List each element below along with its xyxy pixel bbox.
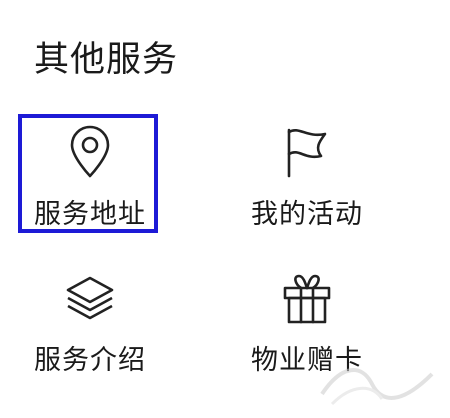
- service-address-button[interactable]: 服务地址: [18, 116, 162, 237]
- my-activities-label: 我的活动: [251, 199, 363, 230]
- flag-icon: [281, 124, 333, 180]
- section-title: 其他服务: [34, 40, 179, 80]
- location-pin-icon: [64, 124, 116, 180]
- service-intro-button[interactable]: 服务介绍: [18, 262, 162, 382]
- service-address-label: 服务地址: [34, 199, 146, 230]
- gift-icon: [281, 270, 333, 326]
- other-services-panel: 其他服务 服务地址 我的活动 服务介绍 物业赠卡: [0, 0, 450, 418]
- my-activities-button[interactable]: 我的活动: [232, 116, 382, 236]
- service-intro-label: 服务介绍: [34, 345, 146, 376]
- watermark-icon: [320, 368, 434, 406]
- layers-icon: [64, 270, 116, 326]
